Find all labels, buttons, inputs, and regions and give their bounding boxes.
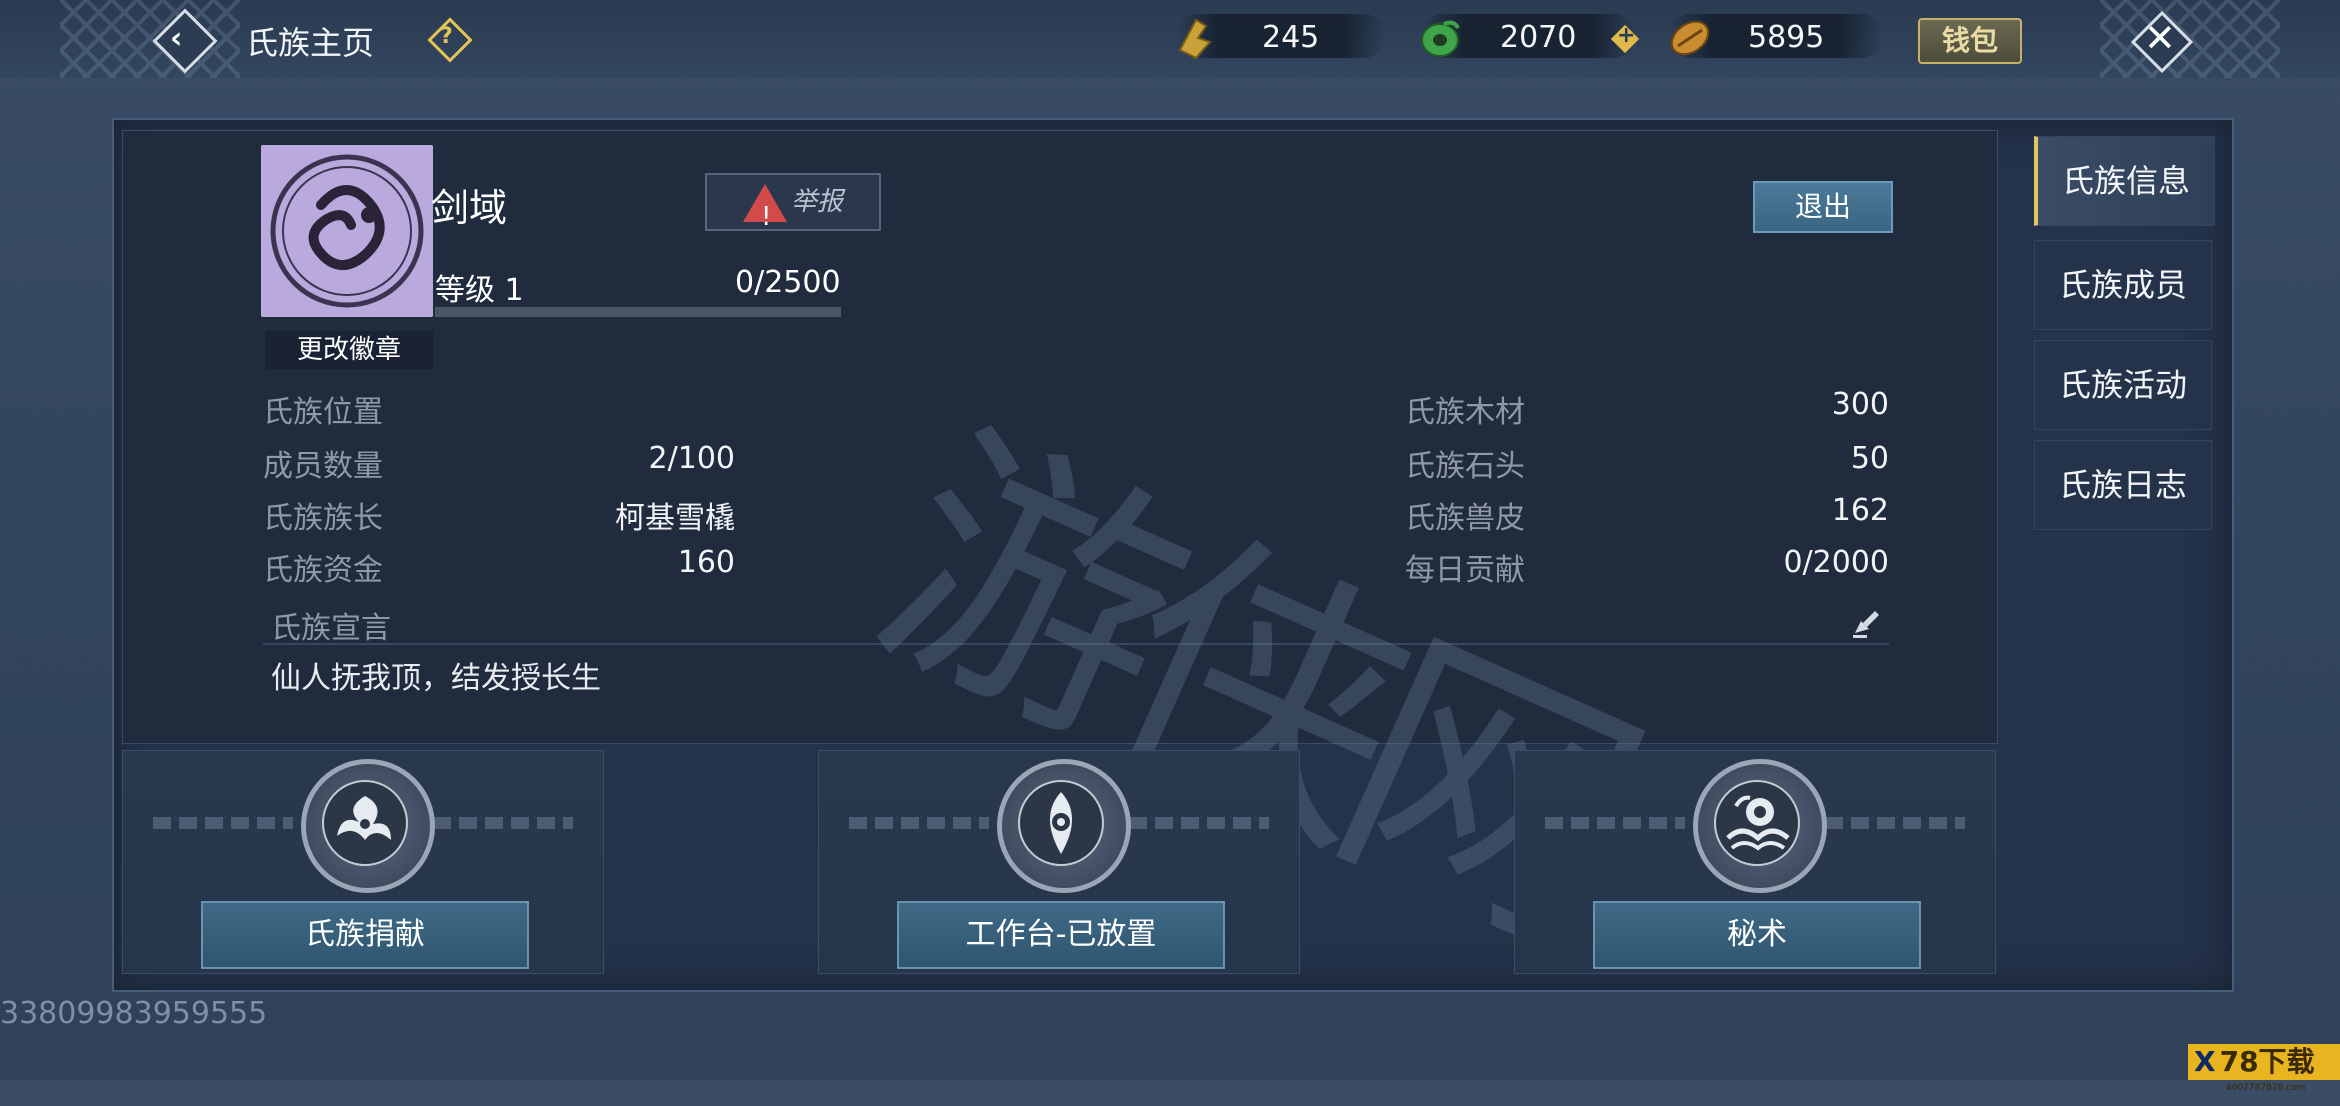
stat-value-wood: 300: [1831, 387, 1889, 422]
close-icon: ✕: [2144, 16, 2176, 60]
help-button[interactable]: ?: [427, 17, 473, 63]
page-title: 氏族主页: [246, 24, 375, 62]
chevron-left-icon: ‹: [170, 21, 183, 56]
stat-label-members: 成员数量: [263, 449, 383, 484]
tab-clan-log[interactable]: 氏族日志: [2034, 440, 2212, 530]
workbench-button[interactable]: 工作台-已放置: [897, 901, 1225, 969]
stat-label-leader: 氏族族长: [263, 501, 383, 536]
stat-label-wood: 氏族木材: [1405, 395, 1525, 430]
clan-emblem[interactable]: [261, 145, 433, 317]
feature-card-workbench: 工作台-已放置: [818, 750, 1300, 974]
user-id: 33809983959555: [0, 996, 268, 1031]
ornament: [153, 817, 293, 829]
stat-value-stone: 50: [1850, 441, 1889, 476]
beast-emblem-icon: [1693, 759, 1827, 893]
secret-arts-button[interactable]: 秘术: [1593, 901, 1921, 969]
top-bar: ‹ 氏族主页 ? 245 2070 + 5895 钱包 ✕: [0, 0, 2340, 78]
stat-label-stone: 氏族石头: [1405, 449, 1525, 484]
add-currency-button[interactable]: +: [1610, 23, 1640, 54]
stat-value-daily-contribution: 0/2000: [1783, 545, 1889, 580]
tab-clan-info[interactable]: 氏族信息: [2034, 136, 2215, 226]
warning-icon: !: [742, 183, 787, 232]
declaration-text: 仙人抚我顶，结发授长生: [271, 661, 601, 696]
clan-panel: 更改徽章 剑域 ! 举报 退出 等级 1 0/2500 氏族位置 成员数量 2/1…: [112, 118, 2234, 992]
declaration-label: 氏族宣言: [271, 611, 391, 646]
exit-clan-button[interactable]: 退出: [1753, 181, 1893, 233]
stat-value-leader: 柯基雪橇: [615, 501, 735, 536]
clan-info-area: 更改徽章 剑域 ! 举报 退出 等级 1 0/2500 氏族位置 成员数量 2/1…: [122, 130, 1998, 989]
tab-clan-activities[interactable]: 氏族活动: [2034, 340, 2212, 430]
clan-donate-button[interactable]: 氏族捐献: [201, 901, 529, 969]
report-button[interactable]: ! 举报: [705, 173, 881, 232]
clan-name: 剑域: [431, 186, 508, 230]
stat-value-funds: 160: [677, 545, 735, 580]
shell-coin-icon: [1670, 20, 1710, 56]
edit-icon[interactable]: [1849, 607, 1883, 641]
feature-card-secret-arts: 秘术: [1514, 750, 1996, 974]
feature-card-donate: 氏族捐献: [122, 750, 604, 974]
back-icon: [152, 8, 218, 74]
gold-ingot-icon: [1178, 18, 1212, 60]
swirl-emblem-icon: [301, 759, 435, 893]
ornament: [433, 817, 573, 829]
ornament: [1129, 817, 1269, 829]
stat-value-hide: 162: [1831, 493, 1889, 528]
level-progress-bar: [435, 307, 841, 317]
ornament: [1545, 817, 1685, 829]
stat-label-location: 氏族位置: [263, 395, 383, 430]
stat-label-funds: 氏族资金: [263, 553, 383, 588]
back-button[interactable]: ‹: [152, 8, 218, 74]
tab-clan-members[interactable]: 氏族成员: [2034, 240, 2212, 330]
close-button[interactable]: ✕: [2130, 10, 2194, 74]
jade-coin-icon: [1421, 20, 1460, 57]
wallet-button[interactable]: 钱包: [1918, 18, 2022, 64]
eye-emblem-icon: [997, 759, 1131, 893]
ornament: [849, 817, 989, 829]
level-label: 等级 1: [435, 273, 524, 308]
level-progress-text: 0/2500: [735, 265, 841, 300]
stat-value-members: 2/100: [648, 441, 735, 476]
change-emblem-button[interactable]: 更改徽章: [265, 331, 433, 369]
site-logo: X 78下载 4007787878.com: [2188, 1044, 2340, 1093]
ornament: [1825, 817, 1965, 829]
